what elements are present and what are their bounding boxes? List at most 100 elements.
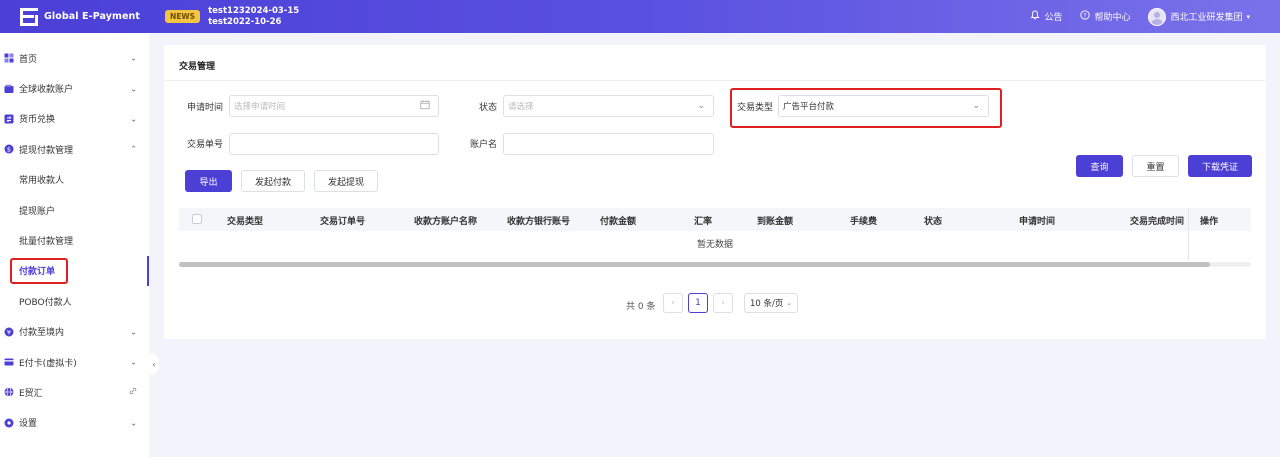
column-header: 交易完成时间 — [1130, 217, 1185, 227]
export-button[interactable]: 导出 — [185, 170, 232, 192]
sidebar: 首页 ⌄ 全球收款账户 ⌄ 货币兑换 ⌄ $ 提现付款管理 ⌃ 常用收款人 提现… — [0, 33, 149, 457]
next-page-button[interactable]: › — [713, 293, 733, 313]
order-no-input[interactable] — [229, 133, 439, 155]
announcement-link[interactable]: 公告 — [1030, 10, 1062, 23]
empty-state: 暂无数据 — [696, 240, 733, 250]
column-header: 状态 — [924, 217, 943, 227]
chevron-down-icon: ⌄ — [130, 84, 137, 94]
chevron-down-icon: ⌄ — [130, 114, 137, 124]
announcement-label: 公告 — [1044, 13, 1063, 23]
sidebar-item-label: 提现付款管理 — [19, 145, 74, 156]
prev-page-button[interactable]: ‹ — [663, 293, 683, 313]
globe-icon — [4, 387, 14, 398]
page-size-select[interactable]: 10 条/页 ⌄ — [744, 293, 798, 313]
avatar — [1148, 7, 1167, 26]
apply-time-placeholder: 选择申请时间 — [234, 102, 286, 112]
download-voucher-button[interactable]: 下载凭证 — [1188, 155, 1252, 177]
column-header: 收款方银行账号 — [507, 217, 571, 227]
fixed-column-divider — [1188, 208, 1189, 261]
table-header: 交易类型 交易订单号 收款方账户名称 收款方银行账号 付款金额 汇率 到账金额 … — [179, 208, 1251, 231]
svg-text:$: $ — [7, 146, 11, 154]
sidebar-item-label: E贸汇 — [19, 388, 43, 399]
column-header: 汇率 — [694, 217, 713, 227]
apply-time-label: 申请时间 — [187, 103, 224, 113]
column-header: 操作 — [1200, 217, 1219, 227]
sidebar-subitem-payment-orders[interactable]: 付款订单 — [0, 255, 149, 286]
withdraw-icon: $ — [4, 144, 14, 154]
reset-button[interactable]: 重置 — [1132, 155, 1179, 177]
sidebar-item-virtual-card[interactable]: E付卡(虚拟卡) ⌄ — [0, 347, 149, 377]
scrollbar-thumb[interactable] — [179, 262, 1210, 267]
sidebar-subitem-frequent-payees[interactable]: 常用收款人 — [0, 165, 149, 195]
calendar-icon — [420, 100, 430, 113]
sidebar-item-home[interactable]: 首页 ⌄ — [0, 43, 149, 73]
news-line-1[interactable]: test1232024-03-15 — [208, 6, 299, 17]
column-header: 收款方账户名称 — [414, 217, 478, 227]
user-menu[interactable]: 西北工业研发集团 ▾ — [1148, 7, 1250, 26]
sidebar-item-label: E付卡(虚拟卡) — [19, 358, 77, 369]
account-name-label: 账户名 — [470, 140, 498, 150]
wallet-icon — [4, 84, 14, 94]
transaction-type-value: 广告平台付款 — [783, 102, 835, 112]
sidebar-item-label: 设置 — [19, 419, 38, 430]
page-title: 交易管理 — [179, 62, 216, 72]
active-indicator — [147, 255, 149, 286]
page-size-value: 10 条/页 — [750, 299, 784, 309]
exchange-icon — [4, 114, 14, 124]
transaction-table: 交易类型 交易订单号 收款方账户名称 收款方银行账号 付款金额 汇率 到账金额 … — [179, 208, 1251, 261]
initiate-payment-button[interactable]: 发起付款 — [241, 170, 305, 192]
logo-title: Global E-Payment — [44, 11, 141, 22]
logo[interactable]: Global E-Payment — [20, 7, 165, 26]
sidebar-subitem-batch-payment[interactable]: 批量付款管理 — [0, 225, 149, 255]
svg-text:¥: ¥ — [7, 328, 11, 336]
column-header: 交易类型 — [227, 217, 264, 227]
sidebar-subitem-pobo-payers[interactable]: POBO付款人 — [0, 286, 149, 316]
chevron-down-icon: ⌄ — [130, 418, 137, 428]
gear-icon — [4, 418, 14, 428]
svg-text:?: ? — [1084, 12, 1087, 19]
chevron-down-icon: ⌄ — [130, 357, 137, 367]
column-header: 付款金额 — [600, 217, 637, 227]
status-label: 状态 — [479, 103, 498, 113]
card-icon — [4, 357, 14, 367]
sidebar-item-label: 全球收款账户 — [19, 85, 74, 96]
divider — [164, 80, 1266, 81]
transaction-type-select[interactable]: 广告平台付款 ⌄ — [778, 95, 989, 117]
news-ticker[interactable]: test1232024-03-15 test2022-10-26 — [208, 6, 299, 28]
sidebar-collapse-button[interactable]: ‹ — [149, 353, 159, 375]
chevron-down-icon: ⌄ — [786, 299, 792, 307]
sidebar-item-e-trade[interactable]: E贸汇 — [0, 377, 149, 407]
sidebar-item-label: 货币兑换 — [19, 115, 56, 126]
page-1-button[interactable]: 1 — [688, 293, 708, 313]
chevron-down-icon: ⌄ — [697, 101, 705, 111]
caret-down-icon: ▾ — [1246, 12, 1250, 21]
sidebar-item-global-accounts[interactable]: 全球收款账户 ⌄ — [0, 73, 149, 103]
news-line-2[interactable]: test2022-10-26 — [208, 17, 299, 28]
chevron-down-icon: ⌄ — [972, 101, 980, 111]
initiate-withdraw-button[interactable]: 发起提现 — [314, 170, 378, 192]
top-header: Global E-Payment NEWS test1232024-03-15 … — [0, 0, 1280, 33]
help-center-label: 帮助中心 — [1094, 13, 1131, 23]
pagination-total: 共 0 条 — [626, 302, 656, 312]
user-name: 西北工业研发集团 — [1170, 13, 1243, 23]
order-no-label: 交易单号 — [187, 140, 224, 150]
sidebar-subitem-withdraw-accounts[interactable]: 提现账户 — [0, 195, 149, 225]
help-center-link[interactable]: ? 帮助中心 — [1080, 10, 1130, 23]
account-name-input[interactable] — [503, 133, 714, 155]
chevron-down-icon: ⌄ — [130, 53, 137, 63]
sidebar-item-withdraw-payment[interactable]: $ 提现付款管理 ⌃ — [0, 134, 149, 164]
column-header: 交易订单号 — [320, 217, 366, 227]
bell-icon — [1030, 10, 1041, 23]
status-select[interactable]: 请选择 ⌄ — [503, 95, 714, 117]
query-button[interactable]: 查询 — [1076, 155, 1123, 177]
apply-time-picker[interactable]: 选择申请时间 — [229, 95, 439, 117]
transaction-panel: 交易管理 申请时间 选择申请时间 状态 请选择 ⌄ 交易类型 广告平台付款 ⌄ … — [164, 45, 1266, 339]
sidebar-item-label: 付款至境内 — [19, 328, 65, 339]
logo-mark-icon — [20, 7, 38, 26]
table-horizontal-scrollbar[interactable] — [179, 262, 1251, 267]
sidebar-item-pay-domestic[interactable]: ¥ 付款至境内 ⌄ — [0, 317, 149, 347]
sidebar-item-currency-exchange[interactable]: 货币兑换 ⌄ — [0, 104, 149, 134]
select-all-checkbox[interactable] — [192, 214, 202, 224]
chevron-down-icon: ⌄ — [130, 327, 137, 337]
sidebar-item-settings[interactable]: 设置 ⌄ — [0, 408, 149, 438]
